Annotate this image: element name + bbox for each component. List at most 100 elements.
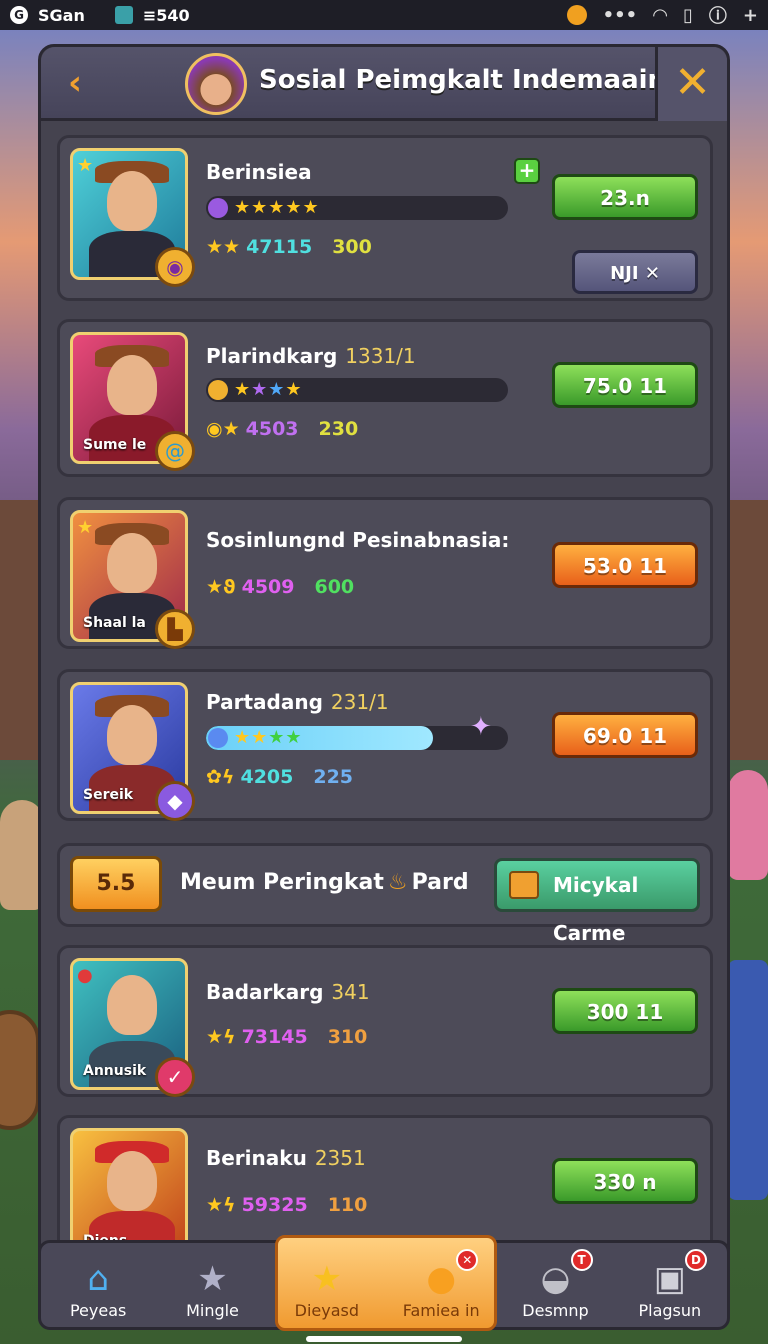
character-portrait: ● Annusik ✓: [70, 958, 195, 1097]
portrait-label: Shaal la: [83, 615, 146, 631]
bag-icon: ▣: [653, 1259, 686, 1299]
rank-number: 5.5: [70, 856, 162, 912]
my-rank-banner: 5.5 Meum Peringkat ♨ Pard Micykal Carme: [57, 843, 713, 945]
list-item[interactable]: Sume le @ Plarindkarg 1331/1 ★★★★ ◉★ 4503 2…: [57, 319, 713, 477]
stats-row: ◉★ 4503 230: [206, 418, 358, 440]
info-icon[interactable]: ⓘ: [709, 2, 727, 28]
secondary-button[interactable]: NJI ✕: [572, 250, 698, 294]
score-value: 4509: [241, 576, 295, 598]
ball-icon: ◒: [540, 1259, 571, 1299]
stats-row: ★ϑ 4509 600: [206, 576, 354, 598]
player-name: Sosinlungnd Pesinabnasia:: [206, 528, 510, 552]
add-button[interactable]: +: [514, 158, 540, 184]
action-button[interactable]: 300 11: [552, 988, 698, 1034]
list-item[interactable]: ● Annusik ✓ Badarkarg 341 ★ϟ 73145 310 300 …: [57, 945, 713, 1097]
list-item[interactable]: Sereik ◆ Partadang 231/1 ★★★★ ✦ ✿ϟ 4205 225…: [57, 669, 713, 821]
rating-stars: ★★★★: [234, 727, 303, 748]
action-button[interactable]: 53.0 11: [552, 542, 698, 588]
signal-text: ≡540: [142, 5, 190, 25]
points-value: 230: [318, 418, 359, 440]
action-button[interactable]: 330 n: [552, 1158, 698, 1204]
portrait-label: Sume le: [83, 437, 147, 453]
gem-icon: ◆: [155, 781, 195, 821]
points-value: 600: [314, 576, 355, 598]
progress-bar: ★★★★: [206, 378, 508, 402]
app-logo-icon: G: [10, 6, 28, 24]
action-button[interactable]: 69.0 11: [552, 712, 698, 758]
list-item[interactable]: ★ Shaal la ▙ Sosinlungnd Pesinabnasia: ★…: [57, 497, 713, 649]
leaderboard-panel: ‹ Sosial Peimgkalt Indemaain ✕ ★ ◉ Berin…: [38, 44, 730, 1330]
nav-item-desmnp[interactable]: ◒ Desmnp T: [498, 1243, 612, 1327]
nav-item-peyeas[interactable]: ⌂ Peyeas: [41, 1243, 155, 1327]
back-button[interactable]: ‹: [55, 63, 95, 103]
page-title: Sosial Peimgkalt Indemaain: [259, 65, 667, 95]
close-button[interactable]: ✕: [655, 47, 727, 121]
action-button[interactable]: 23.n: [552, 174, 698, 220]
background-character-right: [728, 770, 768, 880]
app-icon: [114, 6, 133, 24]
nav-item-dieyasd[interactable]: ★ Dieyasd: [270, 1243, 384, 1327]
star-icon: ★ϑ: [206, 576, 236, 598]
add-icon[interactable]: +: [743, 5, 758, 26]
avatar[interactable]: [185, 53, 247, 115]
points-value: 310: [327, 1026, 368, 1048]
star-icon: ★: [197, 1259, 228, 1299]
notification-badge: D: [684, 1249, 707, 1271]
boot-icon: ▙: [155, 609, 195, 649]
chest-icon: [509, 871, 539, 899]
character-portrait: ★ Shaal la ▙: [70, 510, 195, 649]
nav-item-famiea[interactable]: ● Famiea in ✕: [384, 1243, 498, 1327]
flame-icon: ♨: [387, 870, 408, 895]
magnifier-icon: ◉: [155, 247, 195, 287]
star-icon: ★: [77, 517, 94, 538]
sparkle-icon: ✦: [470, 712, 492, 742]
score-value: 4205: [240, 766, 294, 788]
alert-icon: ●: [77, 965, 93, 986]
stats-row: ✿ϟ 4205 225: [206, 766, 353, 788]
coin-icon: ◉★: [206, 418, 240, 440]
player-name: Plarindkarg 1331/1: [206, 344, 416, 368]
score-value: 59325: [241, 1194, 308, 1216]
points-value: 300: [332, 236, 372, 258]
home-indicator[interactable]: [306, 1336, 462, 1342]
notification-badge: T: [570, 1249, 593, 1271]
star-icon: ★ϟ: [206, 1026, 236, 1048]
score-value: 47115: [246, 236, 313, 258]
coin-icon: [566, 5, 587, 25]
star-icon: ★: [311, 1259, 343, 1299]
stats-row: ★★ 47115 300: [206, 236, 372, 258]
character-portrait: ★ ◉: [70, 148, 195, 287]
player-name: Berinaku 2351: [206, 1146, 366, 1170]
player-name: Partadang 231/1: [206, 690, 389, 714]
gem-icon: [208, 198, 228, 218]
home-icon: ⌂: [87, 1259, 109, 1299]
wifi-icon: ◠: [653, 4, 667, 26]
compass-icon: [208, 728, 228, 748]
star-icon: ★★: [206, 236, 241, 258]
points-value: 225: [313, 766, 354, 788]
list-item[interactable]: ★ ◉ Berinsiea + ★★★★★ ★★ 47115 300 23.n NJ…: [57, 135, 713, 301]
action-button[interactable]: 75.0 11: [552, 362, 698, 408]
portrait-label: Annusik: [83, 1063, 147, 1079]
rank-action-button[interactable]: Micykal Carme: [494, 858, 700, 945]
player-name: Berinsiea: [206, 160, 312, 184]
coin-icon: ●: [426, 1259, 456, 1299]
score-value: 73145: [241, 1026, 308, 1048]
character-portrait: Sume le @: [70, 332, 195, 471]
background-robot: [728, 960, 768, 1200]
nav-item-mingle[interactable]: ★ Mingle: [155, 1243, 269, 1327]
coin-icon: [208, 380, 228, 400]
rank-label: Meum Peringkat ♨ Pard: [180, 870, 469, 895]
more-icon[interactable]: •••: [603, 5, 638, 26]
nav-item-plagsun[interactable]: ▣ Plagsun D: [613, 1243, 727, 1327]
rating-stars: ★★★★: [234, 379, 303, 400]
swirl-icon: @: [155, 431, 195, 471]
progress-bar: ★★★★: [206, 726, 508, 750]
portrait-label: Sereik: [83, 787, 134, 803]
star-icon: ★ϟ: [206, 1194, 236, 1216]
rating-stars: ★★★★★: [234, 197, 320, 218]
carrier-text: SGan: [38, 5, 85, 25]
star-icon: ★: [77, 155, 94, 176]
stats-row: ★ϟ 73145 310: [206, 1026, 367, 1048]
clover-icon: ✿ϟ: [206, 766, 235, 788]
